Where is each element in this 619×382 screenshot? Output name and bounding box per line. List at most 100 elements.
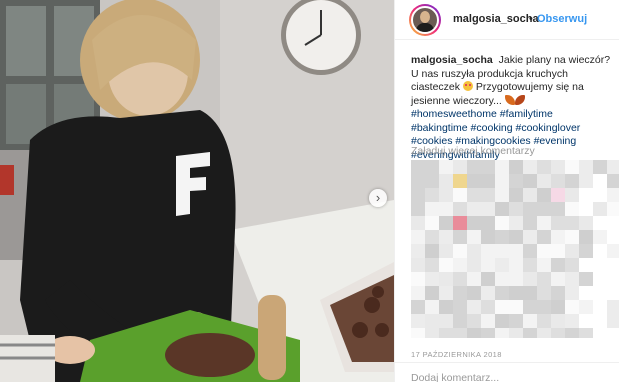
blurred-pixel [607,230,619,244]
blurred-pixel [425,286,439,300]
blurred-pixel [425,328,439,338]
blurred-pixel [467,272,481,286]
blurred-pixel [411,160,425,174]
post-photo[interactable]: › [0,0,394,382]
blurred-pixel [551,300,565,314]
blurred-pixel [579,188,593,202]
blurred-pixel [523,328,537,338]
blurred-pixel [467,244,481,258]
blurred-pixel [551,258,565,272]
blurred-pixel [439,328,453,338]
blurred-pixel [537,328,551,338]
blurred-pixel [467,300,481,314]
maple-leaf-emoji-icon [504,94,515,105]
blurred-pixel [439,258,453,272]
blurred-pixel [551,244,565,258]
hashtag-link[interactable]: #evening [534,135,577,147]
blurred-pixel [495,216,509,230]
hashtag-link[interactable]: #homesweethome [411,108,497,120]
blurred-pixel [537,314,551,328]
blurred-pixel [593,314,607,328]
blurred-pixel [537,286,551,300]
blurred-pixel [425,272,439,286]
blurred-pixel [551,202,565,216]
blurred-pixel [411,328,425,338]
blurred-pixel [565,216,579,230]
blurred-pixel [495,244,509,258]
fallen-leaf-emoji-icon [514,94,525,105]
blurred-pixel [579,272,593,286]
blurred-pixel [425,202,439,216]
hashtag-link[interactable]: #bakingtime [411,122,468,134]
blurred-pixel [593,258,607,272]
blurred-pixel [607,328,619,338]
avatar[interactable] [409,4,441,36]
blurred-pixel [481,230,495,244]
blurred-pixel [579,244,593,258]
blurred-pixel [565,328,579,338]
blurred-pixel [607,188,619,202]
blurred-pixel [439,188,453,202]
blurred-pixel [509,174,523,188]
blurred-pixel [579,314,593,328]
blurred-pixel [467,286,481,300]
blurred-pixel [467,230,481,244]
blurred-pixel [593,160,607,174]
hashtag-link[interactable]: #familytime [500,108,553,120]
blurred-pixel [523,258,537,272]
hashtag-link[interactable]: #cookinglover [516,122,581,134]
blurred-pixel [607,216,619,230]
blurred-pixel [579,300,593,314]
header-separator: • [529,13,533,25]
header-username[interactable]: malgosia_socha [453,13,539,25]
blurred-pixel [495,202,509,216]
blurred-pixel [439,286,453,300]
blurred-pixel [551,216,565,230]
blurred-pixel [565,258,579,272]
blurred-pixel [523,174,537,188]
blurred-pixel [565,160,579,174]
hashtag-link[interactable]: #cooking [471,122,513,134]
blurred-pixel [537,174,551,188]
blurred-pixel [579,216,593,230]
blurred-pixel [565,314,579,328]
blurred-pixel [453,174,467,188]
blurred-pixel [425,230,439,244]
blurred-pixel [551,314,565,328]
blurred-pixel [467,216,481,230]
blurred-pixel [579,174,593,188]
blurred-pixel [425,188,439,202]
load-more-comments-button[interactable]: Załaduj więcej komentarzy [411,145,535,157]
blurred-pixel [593,230,607,244]
blurred-pixel [579,328,593,338]
blurred-pixel [607,174,619,188]
blurred-pixel [411,300,425,314]
blurred-pixel [495,230,509,244]
blurred-pixel [607,286,619,300]
caption-username[interactable]: malgosia_socha [411,54,493,66]
post-header: malgosia_socha • Obserwuj [395,0,619,40]
blurred-pixel [495,174,509,188]
blurred-pixel [453,202,467,216]
add-comment-input[interactable]: Dodaj komentarz... [411,372,499,382]
blurred-pixel [467,160,481,174]
post-sidebar: malgosia_socha • Obserwuj malgosia_socha… [394,0,619,382]
blurred-pixel [593,272,607,286]
blurred-pixel [509,202,523,216]
blurred-pixel [523,230,537,244]
blurred-pixel [453,230,467,244]
blurred-pixel [579,160,593,174]
blurred-pixel [481,286,495,300]
blurred-pixel [453,244,467,258]
blurred-pixel [523,272,537,286]
blurred-pixel [411,314,425,328]
blurred-pixel [495,314,509,328]
post-photo-image [0,0,394,382]
blurred-pixel [481,328,495,338]
blurred-pixel [523,314,537,328]
heart-eyes-emoji-icon [462,81,473,91]
blurred-pixel [607,202,619,216]
blurred-pixel [425,258,439,272]
follow-button[interactable]: Obserwuj [537,13,587,25]
carousel-next-button[interactable]: › [369,189,387,207]
